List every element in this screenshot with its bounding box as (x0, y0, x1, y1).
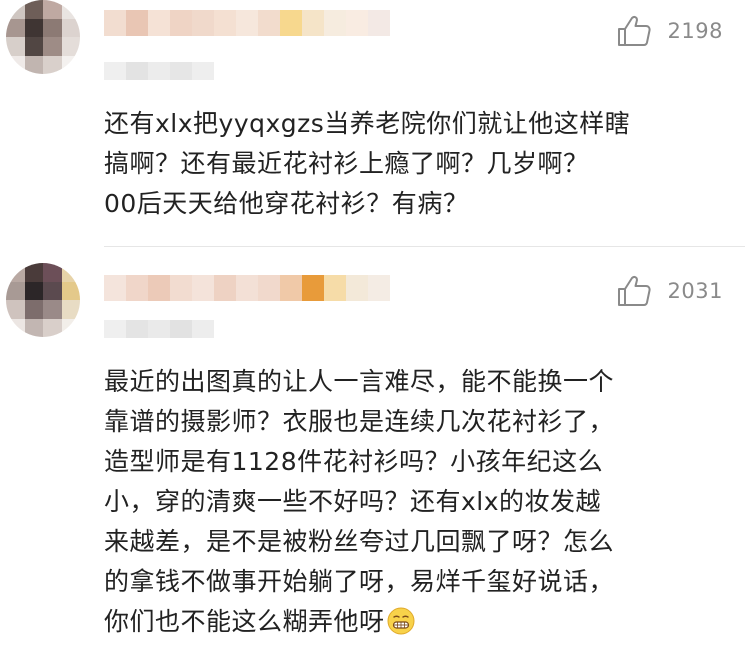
like-button[interactable]: 2198 (616, 14, 723, 48)
like-count: 2198 (667, 19, 723, 43)
mosaic-tile (214, 275, 236, 301)
username-blurred[interactable] (104, 10, 390, 36)
mosaic-tile (302, 10, 324, 36)
mosaic-tile (236, 275, 258, 301)
mosaic-tile (368, 10, 390, 36)
like-button[interactable]: 2031 (616, 274, 723, 308)
mosaic-tile (148, 10, 170, 36)
mosaic-tile (170, 62, 192, 80)
mosaic-tile (6, 18, 25, 37)
mosaic-tile (61, 300, 80, 319)
mosaic-tile (302, 275, 324, 301)
mosaic-tile (24, 300, 43, 319)
mosaic-tile (104, 10, 126, 36)
mosaic-tile (43, 18, 62, 37)
mosaic-tile (61, 37, 80, 56)
comment-text-body: 最近的出图真的让人一言难尽，能不能换一个 靠谱的摄影师？衣服也是连续几次花衬衫了… (104, 367, 615, 636)
mosaic-tile (368, 275, 390, 301)
mosaic-tile (43, 318, 62, 337)
comment-item: 2198 还有xlx把yyqxgzs当养老院你们就让他这样瞎 搞啊？还有最近花衬… (0, 0, 745, 246)
mosaic-tile (43, 55, 62, 74)
mosaic-tile (24, 18, 43, 37)
mosaic-tile (43, 37, 62, 56)
mosaic-tile (6, 318, 25, 337)
mosaic-tile (6, 0, 25, 19)
mosaic-tile (126, 62, 148, 80)
mosaic-tile (236, 10, 258, 36)
mosaic-tile (126, 10, 148, 36)
mosaic-tile (6, 263, 25, 282)
mosaic-tile (192, 320, 214, 338)
mosaic-tile (104, 62, 126, 80)
mosaic-tile (43, 281, 62, 300)
mosaic-tile (170, 275, 192, 301)
like-count: 2031 (667, 279, 723, 303)
mosaic-tile (258, 275, 280, 301)
mosaic-tile (61, 263, 80, 282)
mosaic-tile (24, 281, 43, 300)
mosaic-tile (346, 10, 368, 36)
username-blurred[interactable] (104, 275, 390, 301)
mosaic-tile (61, 318, 80, 337)
grimacing-face-icon (387, 607, 415, 635)
mosaic-tile (43, 263, 62, 282)
user-avatar-blurred[interactable] (6, 263, 80, 337)
mosaic-tile (148, 62, 170, 80)
comment-text: 还有xlx把yyqxgzs当养老院你们就让他这样瞎 搞啊？还有最近花衬衫上瘾了啊… (104, 109, 631, 218)
comment-meta-blurred (104, 62, 214, 80)
mosaic-tile (324, 10, 346, 36)
mosaic-tile (324, 275, 346, 301)
comment-text: 最近的出图真的让人一言难尽，能不能换一个 靠谱的摄影师？衣服也是连续几次花衬衫了… (104, 362, 724, 642)
mosaic-tile (126, 320, 148, 338)
mosaic-tile (61, 18, 80, 37)
mosaic-tile (170, 10, 192, 36)
mosaic-tile (148, 275, 170, 301)
mosaic-tile (280, 275, 302, 301)
mosaic-tile (24, 263, 43, 282)
mosaic-tile (148, 320, 170, 338)
mosaic-tile (24, 0, 43, 19)
mosaic-tile (192, 275, 214, 301)
mosaic-tile (61, 55, 80, 74)
mosaic-tile (24, 37, 43, 56)
mosaic-tile (24, 55, 43, 74)
mosaic-tile (126, 275, 148, 301)
thumbs-up-icon (617, 275, 651, 306)
mosaic-tile (258, 10, 280, 36)
mosaic-tile (214, 10, 236, 36)
mosaic-tile (192, 10, 214, 36)
mosaic-tile (170, 320, 192, 338)
mosaic-tile (104, 275, 126, 301)
thumbs-up-icon (617, 15, 651, 46)
mosaic-tile (6, 281, 25, 300)
mosaic-tile (6, 300, 25, 319)
mosaic-tile (61, 281, 80, 300)
mosaic-tile (104, 320, 126, 338)
comment-item: 2031 最近的出图真的让人一言难尽，能不能换一个 靠谱的摄影师？衣服也是连续几… (0, 247, 745, 671)
mosaic-tile (6, 55, 25, 74)
mosaic-tile (24, 318, 43, 337)
comment-meta-blurred (104, 320, 214, 338)
mosaic-tile (346, 275, 368, 301)
mosaic-tile (280, 10, 302, 36)
mosaic-tile (6, 37, 25, 56)
mosaic-tile (61, 0, 80, 19)
user-avatar-blurred[interactable] (6, 0, 80, 74)
mosaic-tile (43, 0, 62, 19)
mosaic-tile (192, 62, 214, 80)
mosaic-tile (43, 300, 62, 319)
